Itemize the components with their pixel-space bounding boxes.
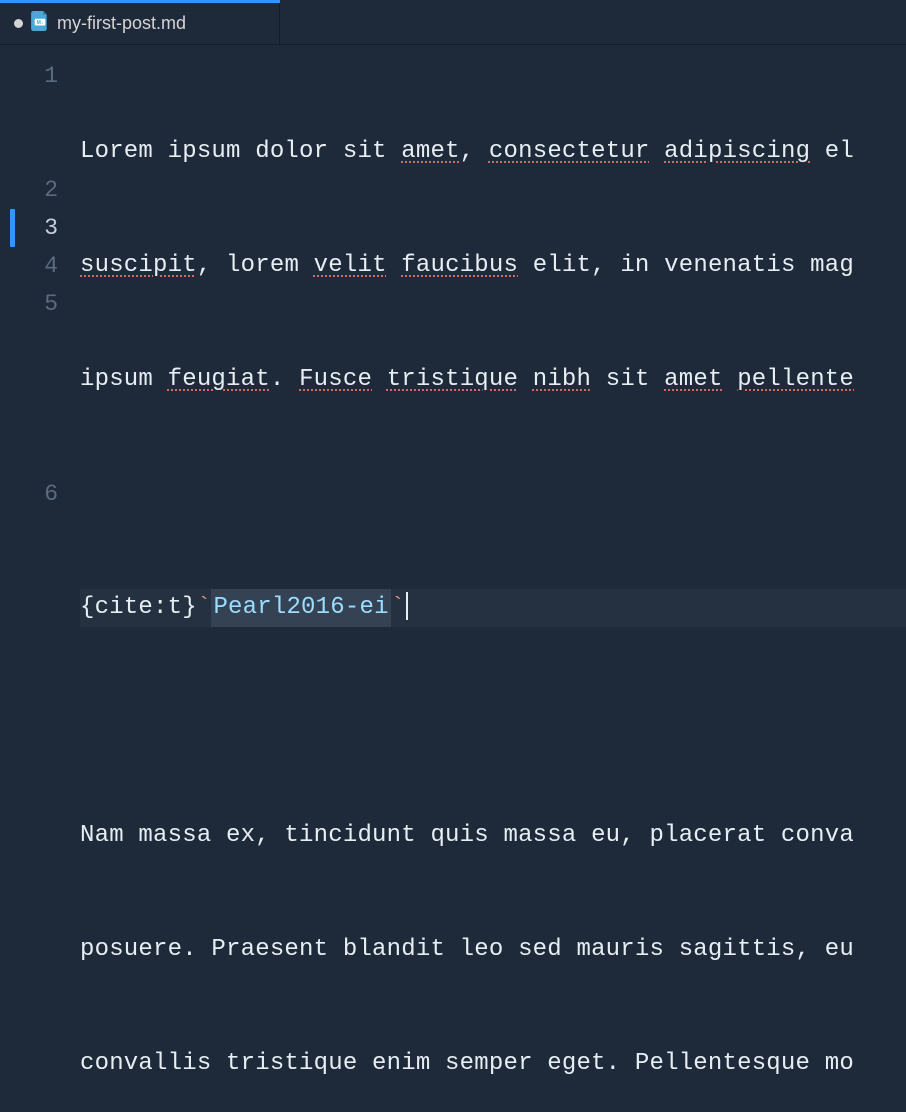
code-line[interactable]: [80, 475, 906, 513]
code-line[interactable]: suscipit, lorem velit faucibus elit, in …: [80, 247, 906, 285]
line-number: 1: [0, 57, 58, 95]
line-number: [0, 437, 58, 475]
code-line[interactable]: Nam massa ex, tincidunt quis massa eu, p…: [80, 817, 906, 855]
cite-role-token: {cite:t}: [80, 589, 197, 627]
line-number-gutter: 1 2 3 4 5 6: [0, 45, 80, 556]
text-segment: adipiscing: [664, 133, 810, 171]
text-segment: el: [810, 133, 854, 171]
text-segment: [387, 247, 402, 285]
code-line[interactable]: ipsum feugiat. Fusce tristique nibh sit …: [80, 361, 906, 399]
code-line[interactable]: convallis tristique enim semper eget. Pe…: [80, 1045, 906, 1083]
line-number: 3: [0, 209, 58, 247]
citation-key: Pearl2016-ei: [211, 589, 390, 627]
text-segment: tristique: [387, 361, 518, 399]
text-segment: faucibus: [401, 247, 518, 285]
text-segment: consectetur: [489, 133, 650, 171]
text-segment: posuere. Praesent blandit leo sed mauris…: [80, 931, 854, 969]
line-number: 5: [0, 285, 58, 323]
text-segment: [372, 361, 387, 399]
text-segment: Nam massa ex, tincidunt quis massa eu, p…: [80, 817, 854, 855]
tab-bar: M↓ my-first-post.md: [0, 3, 906, 45]
text-segment: suscipit: [80, 247, 197, 285]
code-line[interactable]: Lorem ipsum dolor sit amet, consectetur …: [80, 133, 906, 171]
tab-my-first-post[interactable]: M↓ my-first-post.md: [0, 3, 280, 44]
code-line-active[interactable]: {cite:t}`Pearl2016-ei`: [80, 589, 906, 627]
text-segment: .: [270, 361, 299, 399]
code-content[interactable]: Lorem ipsum dolor sit amet, consectetur …: [80, 45, 906, 556]
text-segment: [518, 361, 533, 399]
unsaved-indicator-icon: [14, 19, 23, 28]
text-segment: sit: [591, 361, 664, 399]
text-segment: ,: [460, 133, 489, 171]
code-line[interactable]: [80, 703, 906, 741]
text-segment: elit, in venenatis mag: [518, 247, 854, 285]
text-segment: [723, 361, 738, 399]
line-number: [0, 133, 58, 171]
line-number: 6: [0, 475, 58, 513]
backtick-token: `: [197, 589, 212, 627]
text-segment: Fusce: [299, 361, 372, 399]
text-cursor: [406, 592, 408, 620]
text-segment: [650, 133, 665, 171]
tab-filename: my-first-post.md: [57, 13, 186, 34]
line-number: [0, 361, 58, 399]
text-segment: , lorem: [197, 247, 314, 285]
markdown-file-icon: M↓: [31, 11, 49, 36]
line-number: [0, 399, 58, 437]
active-line-indicator: [10, 209, 15, 247]
text-segment: nibh: [533, 361, 591, 399]
line-number: 2: [0, 171, 58, 209]
backtick-token: `: [391, 589, 406, 627]
svg-text:M↓: M↓: [37, 20, 44, 26]
text-segment: amet: [664, 361, 722, 399]
text-segment: feugiat: [168, 361, 270, 399]
text-segment: ipsum: [80, 361, 168, 399]
text-segment: Lorem ipsum dolor sit: [80, 133, 401, 171]
line-number: 4: [0, 247, 58, 285]
code-editor[interactable]: 1 2 3 4 5 6 Lorem ipsum dolor sit amet, …: [0, 45, 906, 556]
line-number: [0, 323, 58, 361]
text-segment: pellente: [737, 361, 854, 399]
text-segment: velit: [314, 247, 387, 285]
line-number: [0, 95, 58, 133]
text-segment: amet: [401, 133, 459, 171]
code-line[interactable]: posuere. Praesent blandit leo sed mauris…: [80, 931, 906, 969]
text-segment: convallis tristique enim semper eget. Pe…: [80, 1045, 854, 1083]
